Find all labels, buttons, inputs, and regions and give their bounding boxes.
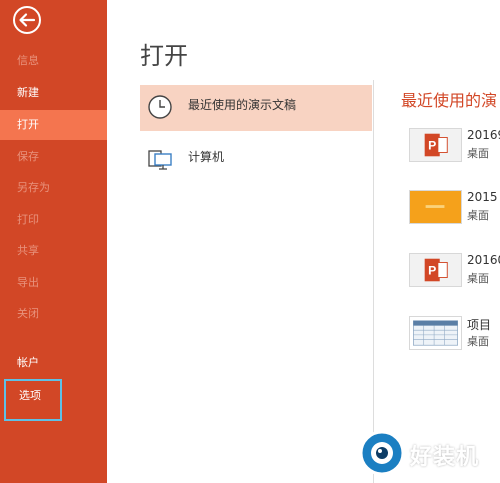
place-computer[interactable]: 计算机: [140, 137, 372, 183]
file-location: 桌面: [467, 147, 489, 160]
page-title: 打开: [140, 42, 188, 70]
powerpoint-icon: P: [409, 128, 462, 162]
place-label: 计算机: [188, 150, 225, 164]
nav-print[interactable]: 打印: [0, 205, 107, 235]
recent-title: 最近使用的演: [401, 91, 498, 110]
recent-file-item[interactable]: 项目 桌面: [409, 316, 500, 360]
recent-file-item[interactable]: P 20160 桌面: [409, 253, 500, 297]
place-recent-presentations[interactable]: 最近使用的演示文稿: [140, 85, 372, 131]
recent-file-item[interactable]: P 20169 桌面: [409, 128, 500, 172]
nav-share[interactable]: 共享: [0, 236, 107, 266]
nav-export[interactable]: 导出: [0, 268, 107, 298]
file-name: 20169: [467, 128, 500, 142]
nav-info[interactable]: 信息: [0, 46, 107, 76]
back-arrow-icon[interactable]: [12, 5, 42, 35]
nav-open[interactable]: 打开: [0, 110, 107, 140]
file-name: 项目: [467, 318, 492, 332]
table-slide-thumbnail: [409, 316, 462, 350]
nav-account[interactable]: 帐户: [0, 348, 107, 378]
file-location: 桌面: [467, 272, 489, 285]
file-name: 20160: [467, 253, 500, 267]
file-location: 桌面: [467, 335, 489, 348]
watermark-text: 好装机: [410, 445, 480, 470]
watermark: 好装机: [358, 425, 500, 483]
nav-close[interactable]: 关闭: [0, 299, 107, 329]
file-name: 2015: [467, 190, 498, 204]
svg-text:P: P: [428, 139, 436, 153]
nav-save-as[interactable]: 另存为: [0, 173, 107, 203]
svg-text:P: P: [428, 264, 436, 278]
backstage-sidebar: 信息 新建 打开 保存 另存为 打印 共享 导出 关闭 帐户 选项: [0, 0, 107, 483]
watermark-logo-icon: [359, 430, 405, 476]
file-location: 桌面: [467, 209, 489, 222]
panel-divider: [373, 80, 374, 483]
clock-icon: [148, 95, 172, 119]
computer-icon: [148, 150, 172, 170]
nav-save[interactable]: 保存: [0, 142, 107, 172]
orange-slide-thumbnail: [409, 190, 462, 224]
nav-new[interactable]: 新建: [0, 78, 107, 108]
place-label: 最近使用的演示文稿: [188, 98, 297, 112]
recent-file-item[interactable]: 2015 桌面: [409, 190, 500, 234]
nav-options[interactable]: 选项: [4, 379, 62, 421]
powerpoint-icon: P: [409, 253, 462, 287]
